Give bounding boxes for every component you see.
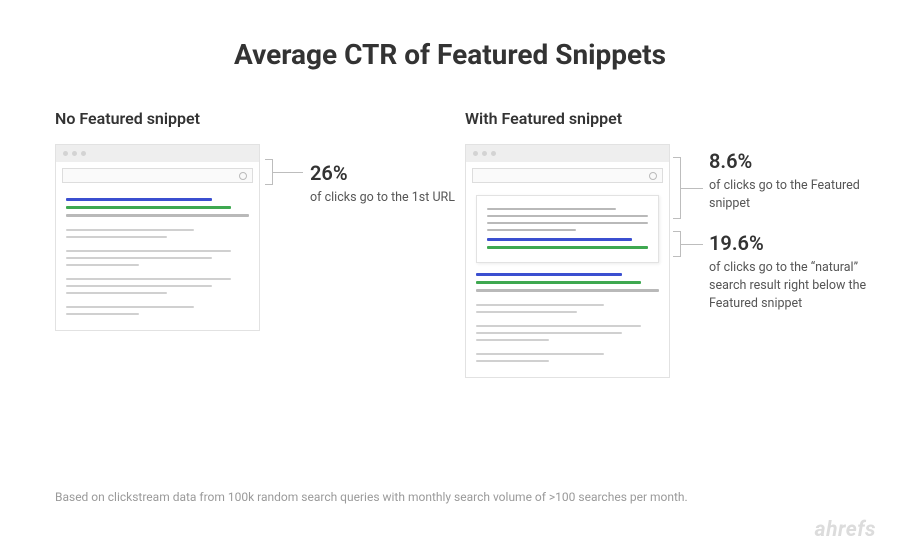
window-dot-icon [491,151,496,156]
callout-desc: of clicks go to the 1st URL [310,189,485,207]
col-no-snippet: No Featured snippet [55,109,435,378]
page-title: Average CTR of Featured Snippets [0,0,900,71]
callout-desc: of clicks go to the Featured snippet [709,177,884,213]
featured-snippet-card [476,195,659,263]
connector-bracket [673,231,681,257]
callout-1st-url: 26% of clicks go to the 1st URL [310,161,485,207]
serp-result-1 [476,273,659,292]
connector-bracket [265,159,273,185]
connector-line [273,172,303,173]
callout-pct: 26% [310,161,485,185]
serp-result-5 [66,306,249,315]
serp-result-2 [476,304,659,313]
search-bar-icon [62,168,253,183]
browser-titlebar [56,145,259,162]
browser-titlebar [466,145,669,162]
brand-logo: ahrefs [815,518,876,542]
col-with-snippet: With Featured snippet [465,109,845,378]
serp-result-3 [476,325,659,341]
serp-result-4 [66,278,249,294]
callout-natural-result: 19.6% of clicks go to the “natural” sear… [709,231,884,313]
serp-result-3 [66,250,249,266]
window-dot-icon [482,151,487,156]
callout-desc: of clicks go to the “natural” search res… [709,259,884,313]
window-dot-icon [473,151,478,156]
col-with-snippet-heading: With Featured snippet [465,109,845,128]
footnote: Based on clickstream data from 100k rand… [55,490,688,504]
callout-featured-snippet: 8.6% of clicks go to the Featured snippe… [709,149,884,213]
callout-pct: 8.6% [709,149,884,173]
connector-line [681,244,703,245]
comparison-columns: No Featured snippet [0,71,900,378]
search-bar-icon [472,168,663,183]
connector-line [681,188,703,189]
serp-mock-no-snippet [55,144,260,331]
connector-bracket [673,157,681,219]
serp-mock-with-snippet [465,144,670,378]
serp-result-2 [66,229,249,238]
window-dot-icon [63,151,68,156]
col-no-snippet-heading: No Featured snippet [55,109,435,128]
serp-result-4 [476,353,659,362]
serp-result-1 [66,198,249,217]
window-dot-icon [81,151,86,156]
callout-pct: 19.6% [709,231,884,255]
window-dot-icon [72,151,77,156]
